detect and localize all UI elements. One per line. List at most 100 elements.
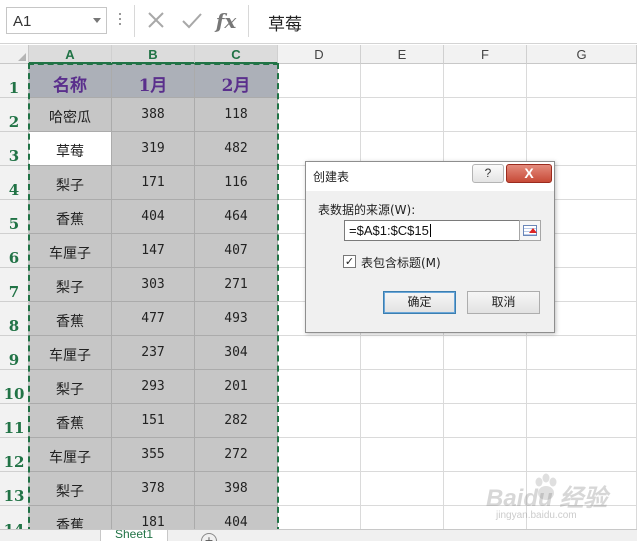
dialog-titlebar[interactable]: 创建表 ? X	[306, 162, 554, 191]
row-header-6[interactable]: 6	[0, 234, 29, 268]
cell-e9[interactable]	[361, 336, 444, 370]
cell-a5[interactable]: 香蕉	[29, 200, 112, 234]
help-button[interactable]: ?	[472, 164, 504, 183]
cell-c4[interactable]: 116	[195, 166, 278, 200]
has-headers-checkbox[interactable]: ✓	[343, 255, 356, 268]
cell-e1[interactable]	[361, 64, 444, 98]
cell-a11[interactable]: 香蕉	[29, 404, 112, 438]
cell-a14[interactable]: 香蕉	[29, 506, 112, 529]
cell-b13[interactable]: 378	[112, 472, 195, 506]
row-header-13[interactable]: 13	[0, 472, 29, 506]
cell-a4[interactable]: 梨子	[29, 166, 112, 200]
cell-e12[interactable]	[361, 438, 444, 472]
cell-b7[interactable]: 303	[112, 268, 195, 302]
cell-b8[interactable]: 477	[112, 302, 195, 336]
select-all-corner[interactable]	[0, 45, 29, 64]
cell-d10[interactable]	[278, 370, 361, 404]
has-headers-label[interactable]: 表包含标题(M)	[361, 254, 441, 271]
row-header-10[interactable]: 10	[0, 370, 29, 404]
cell-c8[interactable]: 493	[195, 302, 278, 336]
cell-a9[interactable]: 车厘子	[29, 336, 112, 370]
cell-a2[interactable]: 哈密瓜	[29, 98, 112, 132]
cell-d1[interactable]	[278, 64, 361, 98]
cell-b12[interactable]: 355	[112, 438, 195, 472]
cell-e11[interactable]	[361, 404, 444, 438]
cell-b2[interactable]: 388	[112, 98, 195, 132]
cell-f12[interactable]	[444, 438, 527, 472]
cancel-entry-icon[interactable]	[142, 8, 170, 34]
cell-c9[interactable]: 304	[195, 336, 278, 370]
cell-c12[interactable]: 272	[195, 438, 278, 472]
cell-c2[interactable]: 118	[195, 98, 278, 132]
cell-a3[interactable]: 草莓	[29, 132, 112, 166]
cell-f11[interactable]	[444, 404, 527, 438]
cell-a10[interactable]: 梨子	[29, 370, 112, 404]
table-header-cell[interactable]: 2月	[195, 64, 278, 98]
cell-b9[interactable]: 237	[112, 336, 195, 370]
cell-c13[interactable]: 398	[195, 472, 278, 506]
cell-c3[interactable]: 482	[195, 132, 278, 166]
row-header-8[interactable]: 8	[0, 302, 29, 336]
row-header-4[interactable]: 4	[0, 166, 29, 200]
cancel-button[interactable]: 取消	[467, 291, 540, 314]
table-header-cell[interactable]: 名称	[29, 64, 112, 98]
cell-a12[interactable]: 车厘子	[29, 438, 112, 472]
cell-g9[interactable]	[527, 336, 637, 370]
cell-d12[interactable]	[278, 438, 361, 472]
cell-g14[interactable]	[527, 506, 637, 529]
cell-c5[interactable]: 464	[195, 200, 278, 234]
cell-e10[interactable]	[361, 370, 444, 404]
collapse-dialog-icon[interactable]	[519, 220, 541, 241]
column-header-e[interactable]: E	[361, 45, 444, 64]
cell-f13[interactable]	[444, 472, 527, 506]
cell-f9[interactable]	[444, 336, 527, 370]
row-header-1[interactable]: 1	[0, 64, 29, 98]
enter-entry-icon[interactable]	[178, 8, 206, 34]
column-header-d[interactable]: D	[278, 45, 361, 64]
cell-c6[interactable]: 407	[195, 234, 278, 268]
row-header-7[interactable]: 7	[0, 268, 29, 302]
row-header-5[interactable]: 5	[0, 200, 29, 234]
cell-c7[interactable]: 271	[195, 268, 278, 302]
cell-a13[interactable]: 梨子	[29, 472, 112, 506]
cell-b6[interactable]: 147	[112, 234, 195, 268]
cell-g12[interactable]	[527, 438, 637, 472]
column-header-c[interactable]: C	[195, 45, 278, 64]
cell-f14[interactable]	[444, 506, 527, 529]
cell-c10[interactable]: 201	[195, 370, 278, 404]
cell-d14[interactable]	[278, 506, 361, 529]
ok-button[interactable]: 确定	[383, 291, 456, 314]
row-header-11[interactable]: 11	[0, 404, 29, 438]
cell-b10[interactable]: 293	[112, 370, 195, 404]
cell-d9[interactable]	[278, 336, 361, 370]
cell-a6[interactable]: 车厘子	[29, 234, 112, 268]
cell-g2[interactable]	[527, 98, 637, 132]
cell-b4[interactable]: 171	[112, 166, 195, 200]
column-header-f[interactable]: F	[444, 45, 527, 64]
cell-d13[interactable]	[278, 472, 361, 506]
cell-f10[interactable]	[444, 370, 527, 404]
cell-b3[interactable]: 319	[112, 132, 195, 166]
close-button[interactable]: X	[506, 164, 552, 183]
cell-a7[interactable]: 梨子	[29, 268, 112, 302]
cell-g13[interactable]	[527, 472, 637, 506]
column-header-g[interactable]: G	[527, 45, 637, 64]
cell-g1[interactable]	[527, 64, 637, 98]
cell-e2[interactable]	[361, 98, 444, 132]
row-header-14[interactable]: 14	[0, 506, 29, 529]
add-sheet-icon[interactable]: +	[201, 533, 217, 541]
cell-b5[interactable]: 404	[112, 200, 195, 234]
cell-f2[interactable]	[444, 98, 527, 132]
cell-b11[interactable]: 151	[112, 404, 195, 438]
insert-function-icon[interactable]: fx	[212, 8, 240, 34]
row-header-12[interactable]: 12	[0, 438, 29, 472]
table-header-cell[interactable]: 1月	[112, 64, 195, 98]
cell-a8[interactable]: 香蕉	[29, 302, 112, 336]
column-header-b[interactable]: B	[112, 45, 195, 64]
cell-f1[interactable]	[444, 64, 527, 98]
cell-c14[interactable]: 404	[195, 506, 278, 529]
cell-b14[interactable]: 181	[112, 506, 195, 529]
formula-bar-grip-icon[interactable]	[116, 13, 124, 27]
row-header-3[interactable]: 3	[0, 132, 29, 166]
cell-e13[interactable]	[361, 472, 444, 506]
